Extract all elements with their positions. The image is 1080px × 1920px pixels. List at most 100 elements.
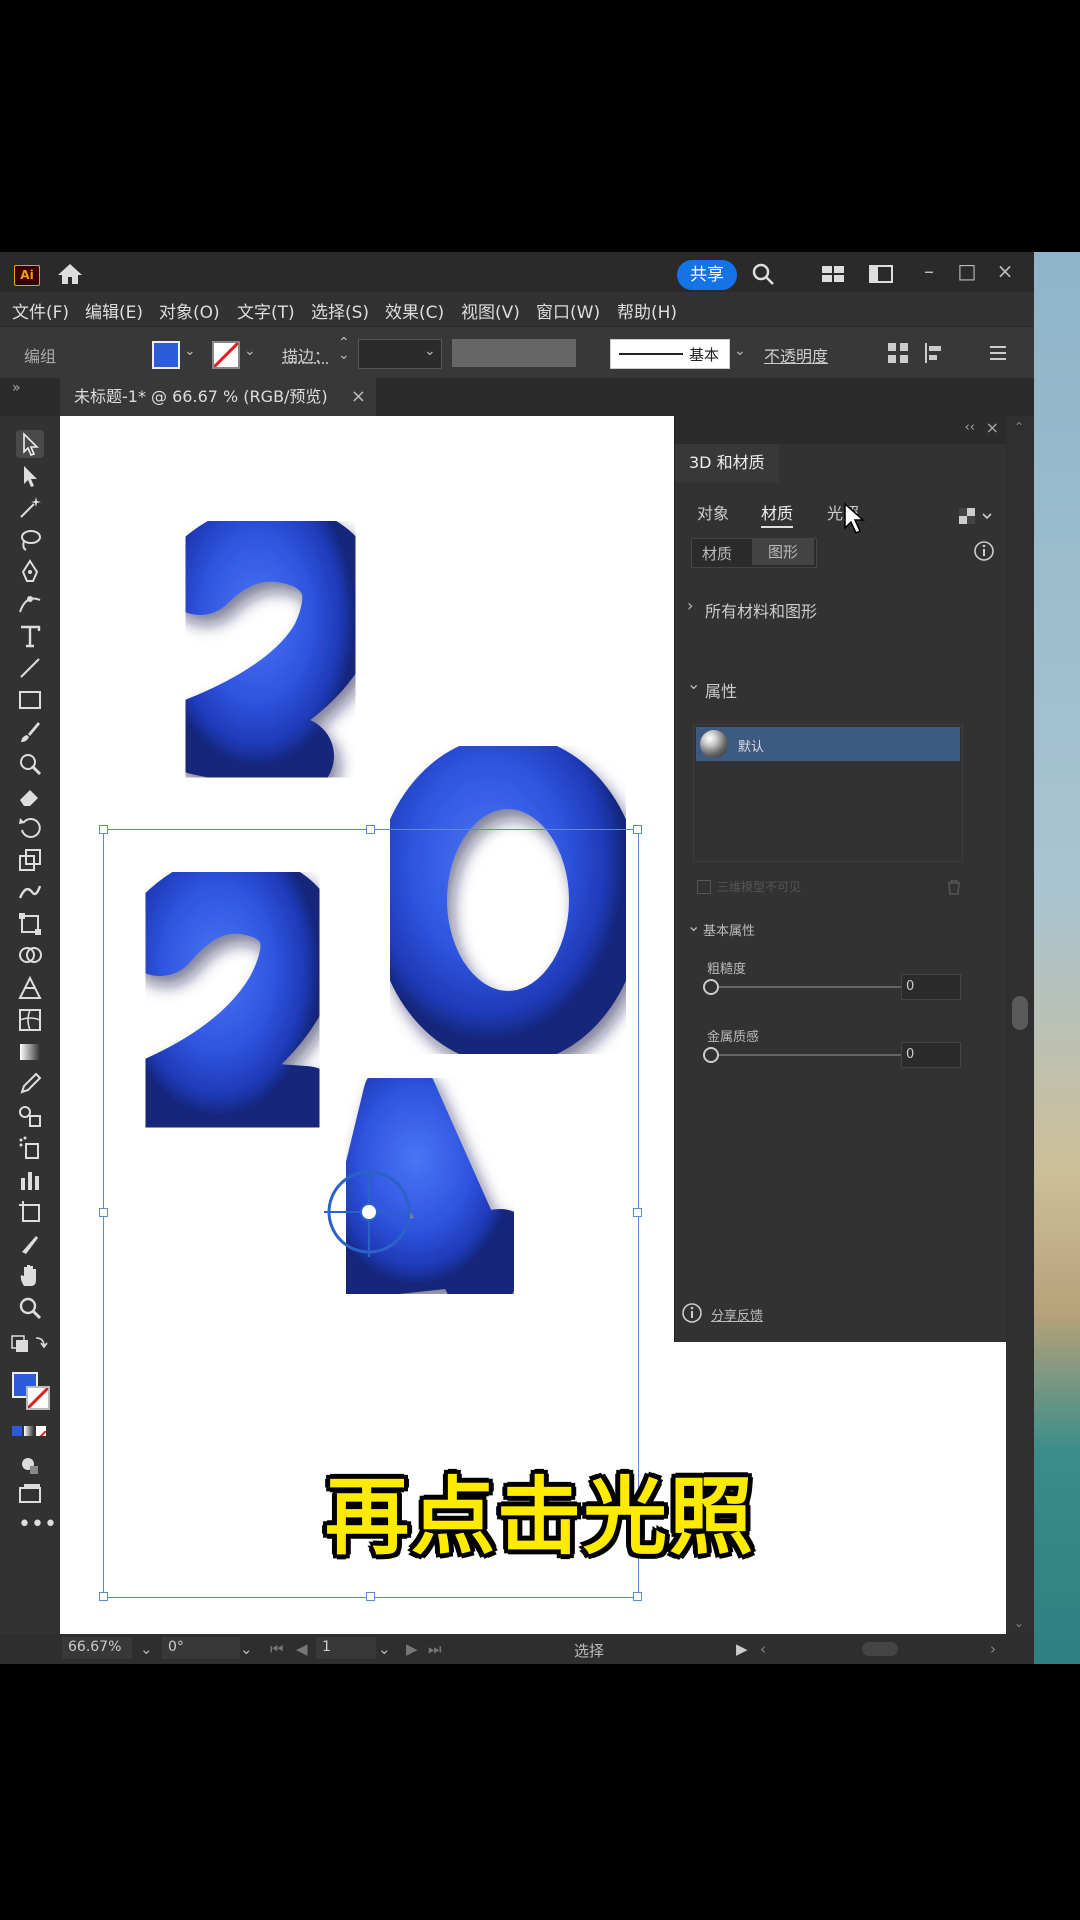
- menu-type[interactable]: 文字(T): [237, 298, 295, 323]
- pen-tool-icon[interactable]: [16, 558, 44, 586]
- share-feedback-link[interactable]: 分享反馈: [711, 1305, 763, 1324]
- close-tab-icon[interactable]: ×: [351, 378, 366, 416]
- previous-artboard-icon[interactable]: ◀: [296, 1640, 308, 1658]
- metallic-field[interactable]: 0: [901, 1042, 961, 1068]
- minimize-button[interactable]: –: [912, 256, 946, 286]
- align-icon[interactable]: [884, 339, 912, 367]
- render-settings-icon[interactable]: [957, 506, 997, 526]
- close-panel-icon[interactable]: ×: [986, 418, 999, 437]
- direct-selection-tool-icon[interactable]: [16, 462, 44, 490]
- tab-materials[interactable]: 材质: [761, 500, 794, 528]
- material-item-default[interactable]: 默认: [696, 727, 960, 761]
- perspective-grid-icon[interactable]: [16, 974, 44, 1002]
- panel-menu-icon[interactable]: [984, 339, 1012, 367]
- type-tool-icon[interactable]: [16, 622, 44, 650]
- chevron-down-icon[interactable]: ⌄: [424, 343, 436, 359]
- chevron-down-icon[interactable]: ⌄: [240, 1640, 253, 1658]
- last-artboard-icon[interactable]: ⏭: [428, 1640, 442, 1658]
- search-icon[interactable]: [750, 262, 776, 286]
- zoom-tool-icon[interactable]: [16, 1294, 44, 1322]
- line-tool-icon[interactable]: [16, 654, 44, 682]
- fill-swatch[interactable]: [152, 341, 180, 369]
- close-window-button[interactable]: ×: [988, 256, 1022, 286]
- chevron-down-icon[interactable]: ⌄: [244, 343, 256, 359]
- slice-tool-icon[interactable]: [16, 1230, 44, 1258]
- chevron-down-icon[interactable]: ⌄: [687, 674, 700, 693]
- transform-icon[interactable]: [920, 339, 948, 367]
- gradient-tool-icon[interactable]: [16, 1038, 44, 1066]
- trash-icon[interactable]: [945, 878, 963, 896]
- info-icon[interactable]: [973, 540, 995, 562]
- resize-handle[interactable]: [633, 1592, 642, 1601]
- blend-tool-icon[interactable]: [16, 1102, 44, 1130]
- roughness-field[interactable]: 0: [901, 974, 961, 1000]
- free-transform-icon[interactable]: [16, 910, 44, 938]
- workspace-icon[interactable]: [820, 262, 846, 286]
- resize-handle[interactable]: [633, 1208, 642, 1217]
- resize-handle[interactable]: [366, 1592, 375, 1601]
- menu-help[interactable]: 帮助(H): [617, 298, 677, 323]
- chevron-down-icon[interactable]: ⌄: [140, 1640, 153, 1658]
- resize-handle[interactable]: [366, 825, 375, 834]
- stroke-swatch[interactable]: [212, 341, 240, 369]
- menu-object[interactable]: 对象(O): [159, 298, 220, 323]
- chevron-down-icon[interactable]: ⌄: [687, 916, 700, 935]
- scroll-right-icon[interactable]: ›: [990, 1640, 996, 1658]
- gradient-mode-icon[interactable]: [24, 1426, 34, 1436]
- stroke-label[interactable]: 描边：: [282, 343, 330, 367]
- selection-tool-icon[interactable]: [16, 430, 44, 458]
- menu-window[interactable]: 窗口(W): [536, 298, 600, 323]
- segment-graphics[interactable]: 图形: [752, 539, 814, 565]
- invisible-geometry-checkbox[interactable]: [697, 880, 711, 894]
- hand-tool-icon[interactable]: [16, 1262, 44, 1290]
- eraser-icon[interactable]: [16, 782, 44, 810]
- segment-materials[interactable]: 材质: [702, 543, 732, 564]
- variable-width-profile[interactable]: [452, 339, 576, 367]
- zoom-field[interactable]: 66.67%: [62, 1637, 132, 1659]
- panel-title[interactable]: 3D 和材质: [675, 444, 779, 482]
- 3d-rotate-widget-icon[interactable]: [324, 1167, 414, 1257]
- shaper-tool-icon[interactable]: [16, 750, 44, 778]
- shape-builder-icon[interactable]: [16, 942, 44, 970]
- scroll-left-icon[interactable]: ‹: [760, 1640, 766, 1658]
- warp-tool-icon[interactable]: [16, 878, 44, 906]
- basic-properties-section[interactable]: 基本属性: [703, 920, 755, 939]
- first-artboard-icon[interactable]: ⏮: [270, 1640, 284, 1658]
- rotation-field[interactable]: 0°: [162, 1637, 240, 1659]
- chevron-down-icon[interactable]: ⌄: [184, 343, 196, 359]
- none-mode-icon[interactable]: [36, 1426, 46, 1436]
- chevron-down-icon[interactable]: ⌄: [378, 1640, 391, 1658]
- share-button[interactable]: 共享: [677, 260, 737, 290]
- magic-wand-icon[interactable]: [16, 494, 44, 522]
- symbol-sprayer-icon[interactable]: [16, 1134, 44, 1162]
- stroke-color-box[interactable]: [26, 1386, 50, 1410]
- opacity-label[interactable]: 不透明度: [764, 343, 828, 367]
- eyedropper-icon[interactable]: [16, 1070, 44, 1098]
- all-materials-section[interactable]: 所有材料和图形: [705, 598, 817, 622]
- color-mode-icon[interactable]: [12, 1426, 22, 1436]
- paintbrush-icon[interactable]: [16, 718, 44, 746]
- resize-handle[interactable]: [99, 825, 108, 834]
- menu-select[interactable]: 选择(S): [311, 298, 369, 323]
- horizontal-scrollbar-thumb[interactable]: [862, 1642, 898, 1656]
- scale-tool-icon[interactable]: [16, 846, 44, 874]
- collapse-panel-icon[interactable]: ‹‹: [965, 420, 975, 435]
- rotate-tool-icon[interactable]: [16, 814, 44, 842]
- artboard-tool-icon[interactable]: [16, 1198, 44, 1226]
- menu-effect[interactable]: 效果(C): [385, 298, 444, 323]
- rectangle-tool-icon[interactable]: [16, 686, 44, 714]
- resize-handle[interactable]: [99, 1208, 108, 1217]
- status-menu-icon[interactable]: ▶: [736, 1640, 748, 1658]
- tab-object[interactable]: 对象: [697, 500, 729, 524]
- properties-section[interactable]: 属性: [705, 678, 737, 702]
- document-tab[interactable]: 未标题-1* @ 66.67 % (RGB/预览) ×: [60, 378, 376, 416]
- menu-edit[interactable]: 编辑(E): [85, 298, 143, 323]
- artboard-number-field[interactable]: 1: [316, 1637, 376, 1659]
- roughness-slider[interactable]: [709, 986, 923, 988]
- arrange-documents-icon[interactable]: [868, 262, 894, 286]
- mesh-tool-icon[interactable]: [16, 1006, 44, 1034]
- menu-view[interactable]: 视图(V): [461, 298, 520, 323]
- stroke-style-select[interactable]: 基本: [610, 339, 730, 369]
- metallic-slider-knob[interactable]: [703, 1047, 719, 1063]
- collapse-toolbar-icon[interactable]: »: [12, 380, 21, 396]
